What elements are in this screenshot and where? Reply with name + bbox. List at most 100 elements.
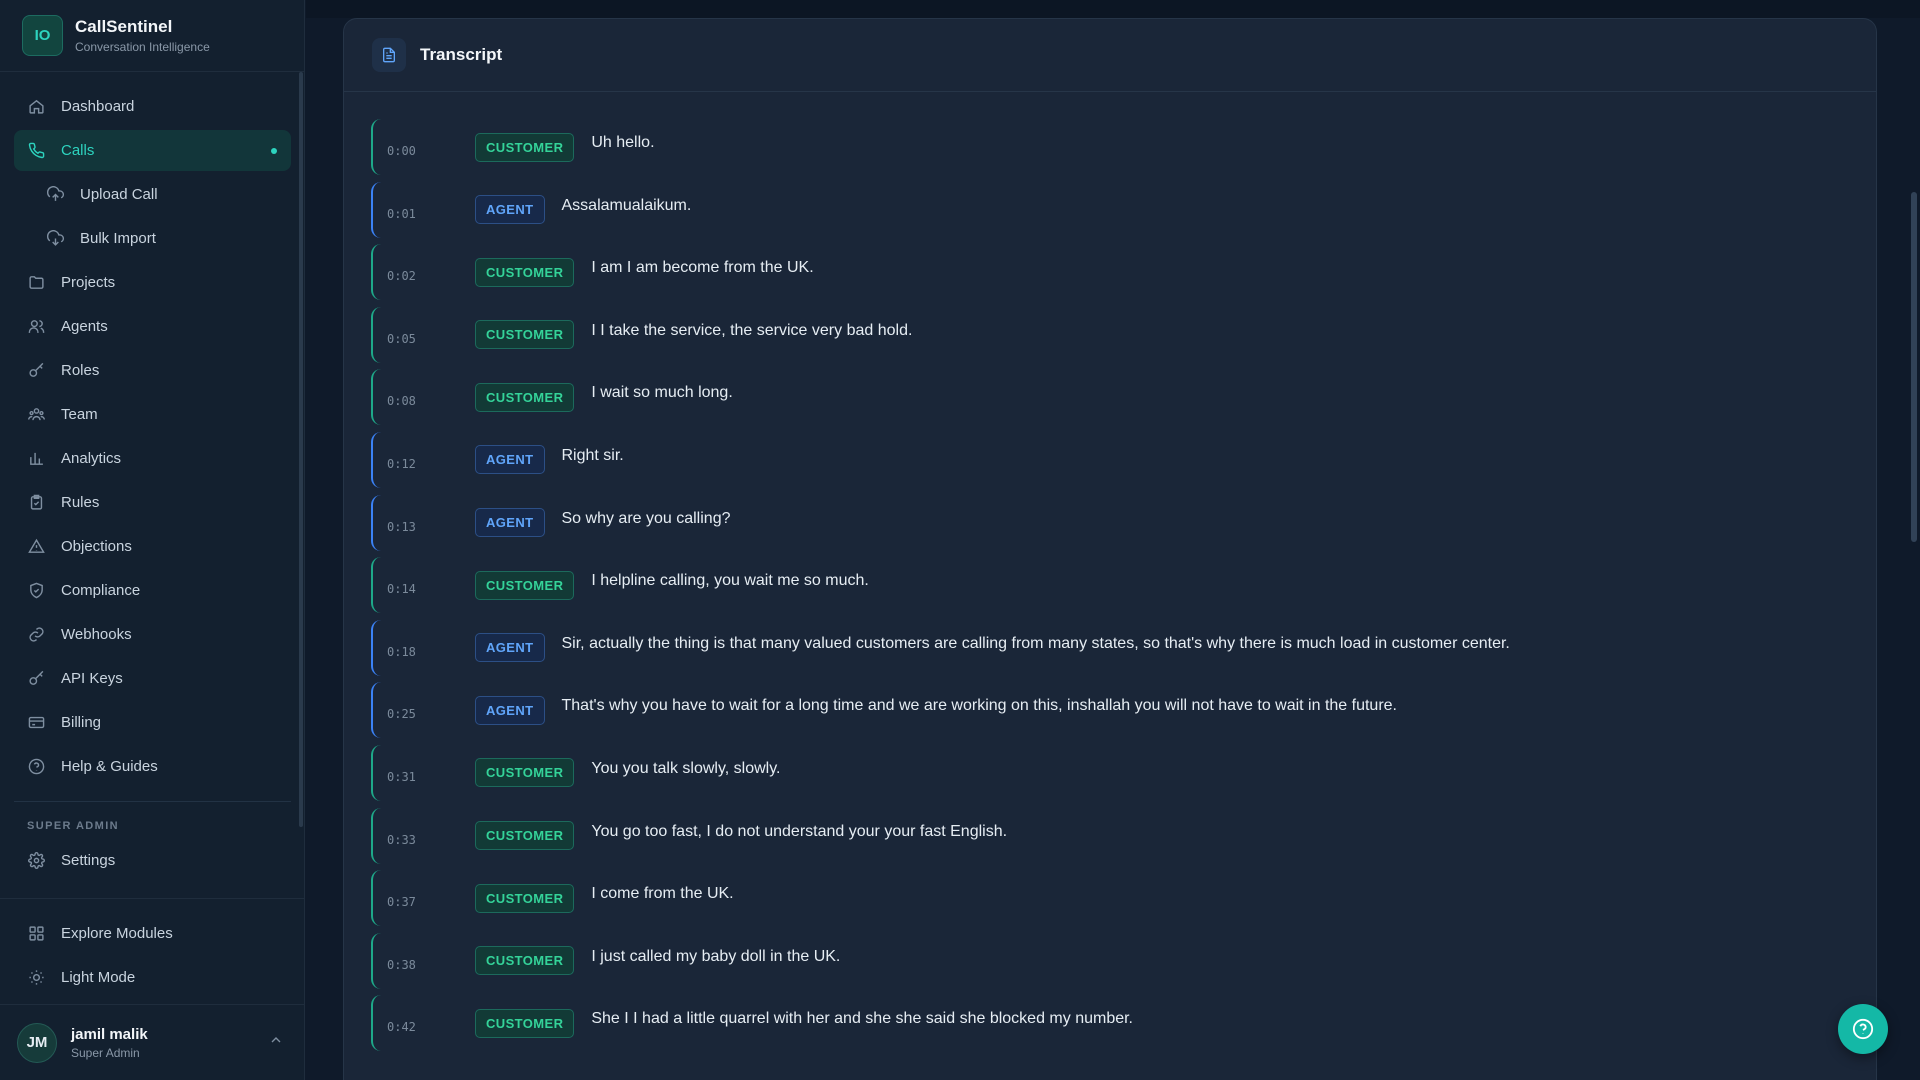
- sidebar-item-dashboard[interactable]: Dashboard: [14, 86, 291, 127]
- segment-timestamp[interactable]: 0:42: [387, 1020, 475, 1034]
- sidebar-item-label: Rules: [61, 494, 100, 511]
- help-circle-icon: [27, 758, 45, 776]
- segment-text: I helpline calling, you wait me so much.: [591, 572, 869, 590]
- bar-chart-icon: [27, 450, 45, 468]
- transcript-segment[interactable]: 0:12 AGENT Right sir.: [371, 431, 1849, 488]
- transcript-segment[interactable]: 0:00 CUSTOMER Uh hello.: [371, 119, 1849, 175]
- speaker-badge: AGENT: [475, 633, 545, 663]
- segment-text: I just called my baby doll in the UK.: [591, 947, 841, 965]
- transcript-segment[interactable]: 0:01 AGENT Assalamualaikum.: [371, 181, 1849, 238]
- sidebar-item-label: Settings: [61, 852, 116, 869]
- user-role: Super Admin: [71, 1045, 140, 1060]
- segment-timestamp[interactable]: 0:01: [387, 207, 475, 221]
- speaker-badge: AGENT: [475, 445, 545, 475]
- sidebar-item-upload-call[interactable]: Upload Call: [14, 174, 291, 215]
- sidebar-item-label: Objections: [61, 538, 132, 555]
- sidebar-item-compliance[interactable]: Compliance: [14, 570, 291, 611]
- segment-timestamp[interactable]: 0:38: [387, 958, 475, 972]
- cloud-download-icon: [46, 230, 64, 248]
- sidebar-item-objections[interactable]: Objections: [14, 526, 291, 567]
- sidebar-item-analytics[interactable]: Analytics: [14, 438, 291, 479]
- segment-timestamp[interactable]: 0:05: [387, 332, 475, 346]
- segment-timestamp[interactable]: 0:00: [387, 144, 475, 158]
- segment-text: She I I had a little quarrel with her an…: [591, 1010, 1133, 1028]
- sidebar-item-help-guides[interactable]: Help & Guides: [14, 746, 291, 787]
- segment-timestamp[interactable]: 0:02: [387, 269, 475, 283]
- sidebar-item-webhooks[interactable]: Webhooks: [14, 614, 291, 655]
- link-icon: [27, 626, 45, 644]
- transcript-segment[interactable]: 0:38 CUSTOMER I just called my baby doll i…: [371, 932, 1849, 989]
- transcript-segment[interactable]: 0:42 CUSTOMER She I I had a little quarrel…: [371, 995, 1849, 1052]
- transcript-segment[interactable]: 0:18 AGENT Sir, actually the thing is that…: [371, 619, 1849, 676]
- sidebar-scrollbar[interactable]: [299, 72, 303, 827]
- segment-timestamp[interactable]: 0:18: [387, 645, 475, 659]
- sidebar-item-billing[interactable]: Billing: [14, 702, 291, 743]
- chevron-up-icon[interactable]: [268, 1032, 284, 1053]
- sidebar-item-calls[interactable]: Calls: [14, 130, 291, 171]
- active-indicator-dot: [271, 148, 277, 154]
- sidebar-item-label: Agents: [61, 318, 108, 335]
- transcript-segment[interactable]: 0:25 AGENT That's why you have to wait for…: [371, 682, 1849, 739]
- sidebar-item-team[interactable]: Team: [14, 394, 291, 435]
- sidebar-item-label: Compliance: [61, 582, 141, 599]
- sidebar-item-explore-modules[interactable]: Explore Modules: [14, 913, 291, 954]
- sun-icon: [27, 969, 45, 987]
- segment-timestamp[interactable]: 0:13: [387, 520, 475, 534]
- transcript-segment[interactable]: 0:33 CUSTOMER You go too fast, I do not un…: [371, 807, 1849, 864]
- sidebar-item-label: Webhooks: [61, 626, 132, 643]
- top-strip: [306, 0, 1920, 18]
- sidebar-item-label: Explore Modules: [61, 925, 173, 942]
- brand-logo: IO: [22, 15, 63, 56]
- sidebar-item-label: Projects: [61, 274, 116, 291]
- sidebar-item-settings[interactable]: Settings: [14, 840, 291, 881]
- document-icon: [372, 38, 406, 72]
- segment-text: You go too fast, I do not understand you…: [591, 822, 1008, 840]
- users-icon: [27, 318, 45, 336]
- segment-text: I come from the UK.: [591, 885, 734, 903]
- sidebar-item-rules[interactable]: Rules: [14, 482, 291, 523]
- sidebar-item-label: API Keys: [61, 670, 123, 687]
- sidebar-item-label: Billing: [61, 714, 102, 731]
- sidebar-item-light-mode[interactable]: Light Mode: [14, 957, 291, 998]
- sidebar-item-bulk-import[interactable]: Bulk Import: [14, 218, 291, 259]
- brand-subtitle: Conversation Intelligence: [75, 40, 210, 54]
- gear-icon: [27, 852, 45, 870]
- speaker-badge: CUSTOMER: [475, 883, 575, 913]
- phone-icon: [27, 142, 45, 160]
- nav-section-super-admin: SUPER ADMIN: [27, 820, 119, 832]
- sidebar-item-api-keys[interactable]: API Keys: [14, 658, 291, 699]
- main-nav: Dashboard Calls Upload Call Bulk Import …: [0, 72, 305, 881]
- nav-scroll-area: Dashboard Calls Upload Call Bulk Import …: [0, 72, 305, 898]
- speaker-badge: CUSTOMER: [475, 257, 575, 287]
- transcript-segment[interactable]: 0:37 CUSTOMER I come from the UK.: [371, 870, 1849, 927]
- segment-timestamp[interactable]: 0:37: [387, 895, 475, 909]
- transcript-segment[interactable]: 0:05 CUSTOMER I I take the service, the se…: [371, 306, 1849, 363]
- segment-timestamp[interactable]: 0:12: [387, 457, 475, 471]
- segment-text: Sir, actually the thing is that many val…: [561, 634, 1510, 652]
- speaker-badge: CUSTOMER: [475, 758, 575, 788]
- transcript-segment[interactable]: 0:08 CUSTOMER I wait so much long.: [371, 369, 1849, 426]
- help-button[interactable]: [1838, 1004, 1888, 1054]
- transcript-segment[interactable]: 0:02 CUSTOMER I am I am become from the UK…: [371, 244, 1849, 301]
- speaker-badge: CUSTOMER: [475, 821, 575, 851]
- speaker-badge: CUSTOMER: [475, 382, 575, 412]
- user-profile[interactable]: JM jamil malik Super Admin: [0, 1004, 305, 1080]
- avatar: JM: [17, 1022, 57, 1063]
- segment-timestamp[interactable]: 0:14: [387, 582, 475, 596]
- transcript-segment[interactable]: 0:31 CUSTOMER You you talk slowly, slowly.: [371, 744, 1849, 801]
- segment-text: That's why you have to wait for a long t…: [561, 697, 1398, 715]
- sidebar-item-projects[interactable]: Projects: [14, 262, 291, 303]
- transcript-segment[interactable]: 0:13 AGENT So why are you calling?: [371, 494, 1849, 551]
- segment-text: I I take the service, the service very b…: [591, 321, 913, 339]
- brand[interactable]: IO CallSentinel Conversation Intelligenc…: [0, 0, 304, 72]
- segment-text: You you talk slowly, slowly.: [591, 759, 781, 777]
- sidebar-item-label: Light Mode: [61, 969, 136, 986]
- segment-timestamp[interactable]: 0:31: [387, 770, 475, 784]
- sidebar-item-roles[interactable]: Roles: [14, 350, 291, 391]
- sidebar-item-agents[interactable]: Agents: [14, 306, 291, 347]
- segment-timestamp[interactable]: 0:33: [387, 833, 475, 847]
- segment-timestamp[interactable]: 0:25: [387, 707, 475, 721]
- page-scrollbar[interactable]: [1911, 192, 1917, 542]
- transcript-segment[interactable]: 0:14 CUSTOMER I helpline calling, you wait…: [371, 557, 1849, 614]
- segment-timestamp[interactable]: 0:08: [387, 394, 475, 408]
